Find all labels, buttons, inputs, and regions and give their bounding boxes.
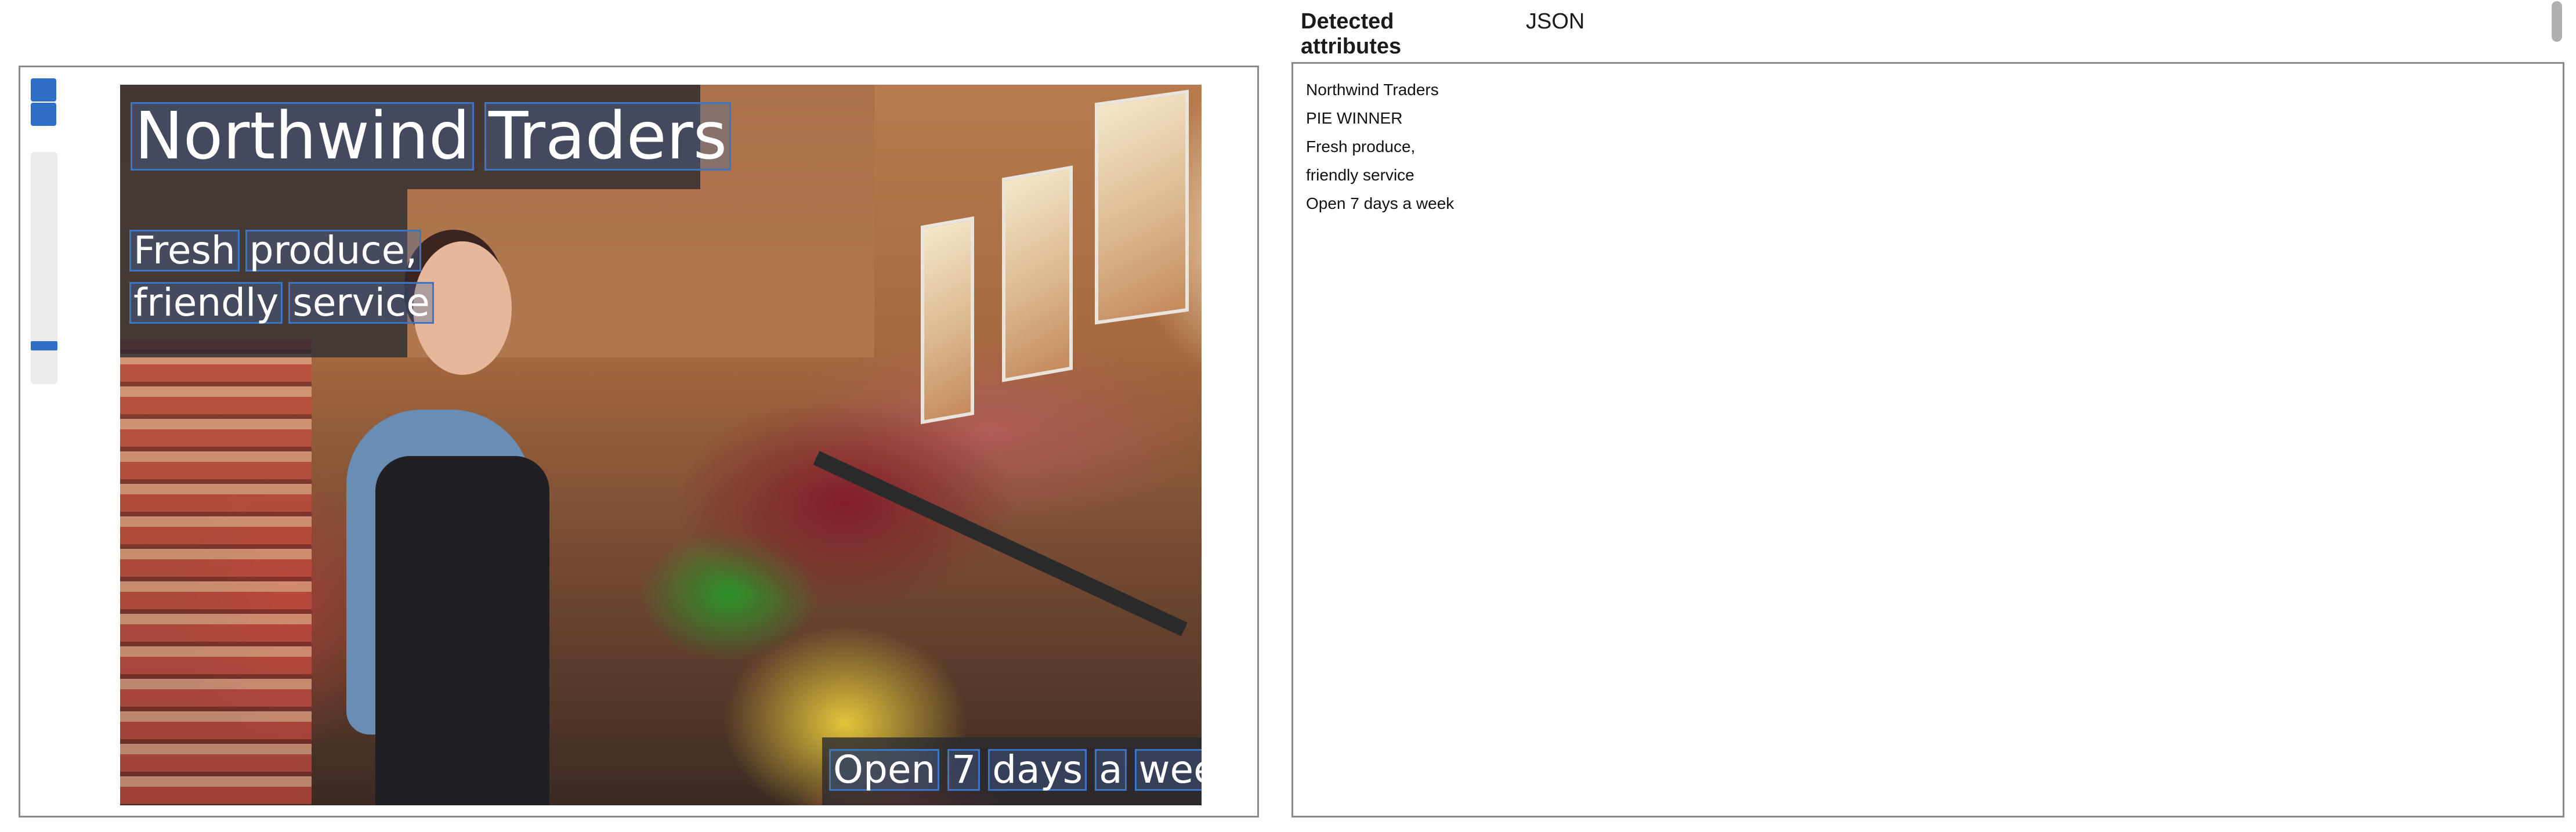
overlay-title: Northwind Traders: [131, 102, 732, 171]
attribute-item: Northwind Traders: [1306, 81, 1439, 99]
overlay-subtitle-line-2: friendly service: [129, 282, 434, 324]
detected-word[interactable]: friendly: [129, 282, 283, 324]
detected-word[interactable]: days: [988, 749, 1087, 791]
wall-frame: [921, 216, 974, 425]
wall-frame: [1095, 89, 1189, 325]
store-photo: Northwind Traders Fresh produce, friendl…: [120, 85, 1202, 805]
detected-word[interactable]: Fresh: [129, 230, 240, 272]
attribute-item: Open 7 days a week: [1306, 194, 1455, 212]
detected-word[interactable]: service: [288, 282, 434, 324]
detected-word[interactable]: 7: [947, 749, 981, 791]
detected-word[interactable]: produce,: [245, 230, 422, 272]
attribute-item: friendly service: [1306, 166, 1414, 184]
detected-word[interactable]: Northwind: [131, 102, 475, 171]
detected-word[interactable]: Traders: [484, 102, 732, 171]
worker-apron: [375, 456, 549, 805]
shelf-products: [120, 340, 312, 804]
produce-shelf: [813, 451, 1188, 636]
attribute-item: Fresh produce,: [1306, 138, 1416, 155]
image-viewer: Northwind Traders Fresh produce, friendl…: [19, 66, 1259, 817]
detected-word[interactable]: a: [1095, 749, 1127, 791]
attribute-item: PIE WINNER: [1306, 109, 1403, 127]
attributes-panel: Northwind Traders PIE WINNER Fresh produ…: [1291, 62, 2564, 817]
overlay-subtitle-line-1: Fresh produce,: [129, 230, 422, 272]
detected-word[interactable]: week: [1134, 749, 1202, 791]
zoom-out-button[interactable]: [31, 103, 56, 126]
zoom-slider-thumb[interactable]: [31, 341, 57, 350]
wall-frame: [1002, 165, 1073, 382]
detected-word[interactable]: Open: [829, 749, 940, 791]
subtitle-band: [120, 189, 407, 357]
tab-json[interactable]: JSON: [1526, 9, 1584, 44]
zoom-in-button[interactable]: [31, 78, 56, 102]
overlay-footer: Open 7 days a week: [829, 749, 1202, 791]
page-scrollbar[interactable]: [2552, 1, 2562, 42]
